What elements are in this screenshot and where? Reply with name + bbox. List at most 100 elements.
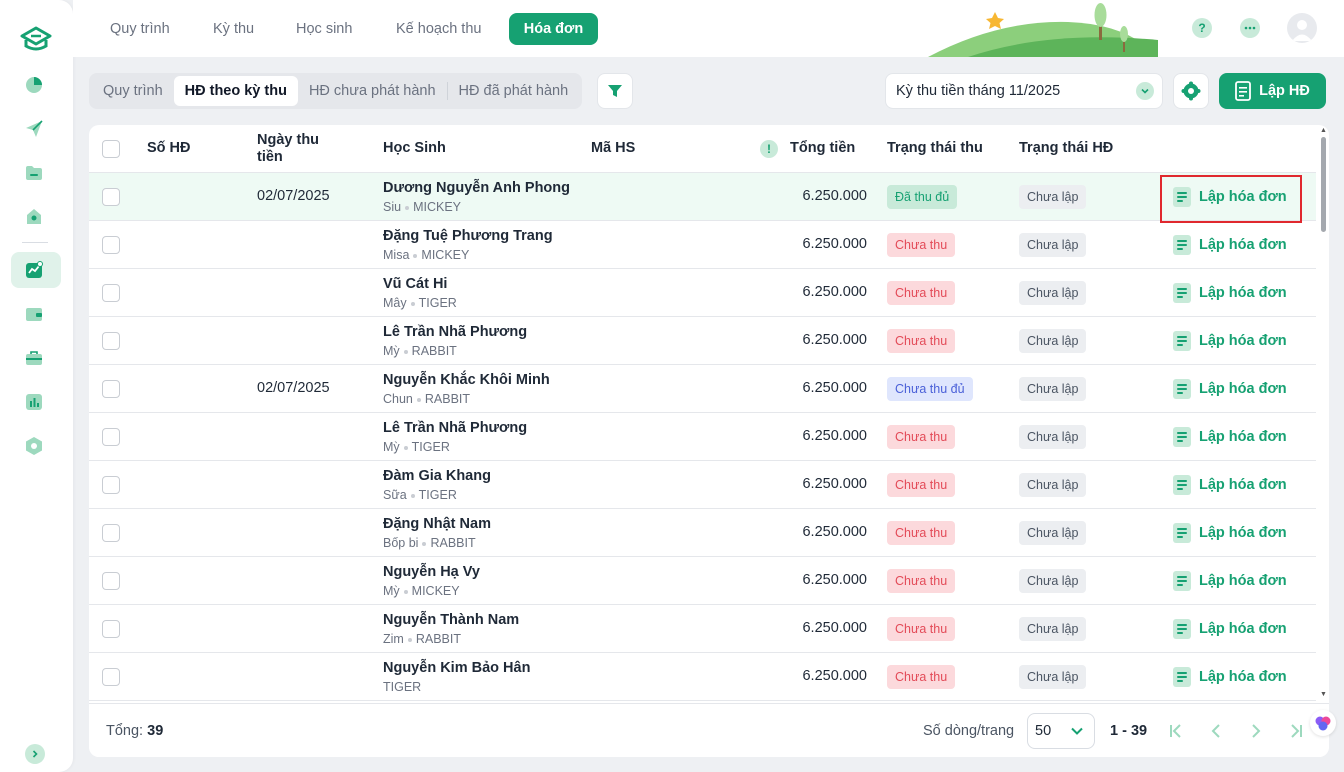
invoice-doc-icon: [1173, 475, 1191, 495]
header-ma-hs[interactable]: Mã HS: [591, 140, 635, 157]
table-row[interactable]: Vũ Cát Hi Mây TIGER 6.250.000 Chưa thu Ch…: [89, 269, 1316, 317]
meta-separator: [403, 589, 408, 594]
tab-quy-trinh[interactable]: Quy trình: [96, 13, 184, 45]
create-invoice-link[interactable]: Lập hóa đơn: [1173, 521, 1287, 545]
student-class: TIGER: [383, 680, 422, 694]
header-hoc-sinh[interactable]: Học Sinh: [383, 140, 446, 157]
row-checkbox[interactable]: [102, 572, 120, 590]
segment-hd-theo-ky-thu[interactable]: HĐ theo kỳ thu: [173, 76, 298, 106]
create-invoice-link[interactable]: Lập hóa đơn: [1173, 281, 1287, 305]
rows-per-page-select[interactable]: 50: [1027, 713, 1095, 749]
last-page-icon[interactable]: [1286, 721, 1306, 741]
student-nickname: Chun: [383, 392, 413, 406]
row-checkbox[interactable]: [102, 668, 120, 686]
filter-button[interactable]: [597, 73, 633, 109]
header-trang-thai-hd[interactable]: Trạng thái HĐ: [1019, 140, 1113, 157]
help-icon[interactable]: ?: [1192, 18, 1212, 38]
create-invoice-link[interactable]: Lập hóa đơn: [1173, 473, 1287, 497]
header-ngay-thu-tien[interactable]: Ngày thu tiền: [257, 132, 337, 166]
settings-button[interactable]: [1173, 73, 1209, 109]
scroll-thumb[interactable]: [1321, 137, 1326, 232]
tab-hoa-don[interactable]: Hóa đơn: [509, 13, 598, 45]
create-invoice-link[interactable]: Lập hóa đơn: [1173, 425, 1287, 449]
row-total: 6.250.000: [802, 380, 867, 396]
header-tong-tien[interactable]: Tổng tiền: [790, 140, 855, 157]
row-checkbox[interactable]: [102, 428, 120, 446]
row-checkbox[interactable]: [102, 620, 120, 638]
table-row[interactable]: Đặng Nhật Nam Bốp bi RABBIT 6.250.000 Chư…: [89, 509, 1316, 557]
wallet-icon[interactable]: [22, 302, 46, 326]
create-invoice-link[interactable]: Lập hóa đơn: [1173, 377, 1287, 401]
student-meta: Misa MICKEY: [383, 248, 469, 262]
invoice-status-badge: Chưa lập: [1019, 281, 1087, 305]
table-scrollbar[interactable]: ▲ ▼: [1318, 125, 1329, 703]
table-row[interactable]: Nguyễn Hạ Vy Mỳ MICKEY 6.250.000 Chưa thu…: [89, 557, 1316, 605]
tab-ky-thu[interactable]: Kỳ thu: [199, 13, 268, 45]
segment-hd-chua-phat-hanh[interactable]: HĐ chưa phát hành: [298, 76, 447, 106]
table-row[interactable]: Nguyễn Kim Bảo Hân TIGER 6.250.000 Chưa …: [89, 653, 1316, 701]
table-row[interactable]: Đàm Gia Khang Sữa TIGER 6.250.000 Chưa th…: [89, 461, 1316, 509]
create-invoice-link-label: Lập hóa đơn: [1199, 621, 1287, 637]
segment-hd-da-phat-hanh[interactable]: HĐ đã phát hành: [448, 76, 580, 106]
rows-per-page-label: Số dòng/trang: [923, 723, 1015, 739]
create-invoice-link[interactable]: Lập hóa đơn: [1173, 233, 1287, 257]
header-trang-thai-thu[interactable]: Trạng thái thu: [887, 140, 983, 157]
sidebar-expand-button[interactable]: [25, 744, 45, 764]
send-plane-icon[interactable]: [22, 117, 46, 141]
select-all-checkbox[interactable]: [102, 140, 120, 158]
invoice-status-badge: Chưa lập: [1019, 425, 1087, 449]
finance-chart-icon[interactable]: [22, 258, 46, 282]
folder-icon[interactable]: [22, 161, 46, 185]
scroll-down-arrow-icon[interactable]: ▼: [1320, 691, 1327, 698]
create-invoice-link[interactable]: Lập hóa đơn: [1173, 569, 1287, 593]
prev-page-icon[interactable]: [1206, 721, 1226, 741]
create-invoice-link[interactable]: Lập hóa đơn: [1173, 617, 1287, 641]
info-icon[interactable]: !: [760, 140, 778, 158]
student-name: Vũ Cát Hi: [383, 276, 448, 292]
row-checkbox[interactable]: [102, 476, 120, 494]
first-page-icon[interactable]: [1166, 721, 1186, 741]
invoice-doc-icon: [1235, 81, 1252, 101]
app-logo[interactable]: [18, 24, 54, 54]
header-so-hd[interactable]: Số HĐ: [147, 140, 191, 157]
report-bars-icon[interactable]: [22, 390, 46, 414]
create-invoice-link[interactable]: Lập hóa đơn: [1173, 665, 1287, 689]
collect-status-badge: Chưa thu: [887, 569, 956, 593]
table-row[interactable]: Lê Trần Nhã Phương Mỳ TIGER 6.250.000 Chư…: [89, 413, 1316, 461]
row-checkbox[interactable]: [102, 524, 120, 542]
create-invoice-link[interactable]: Lập hóa đơn: [1173, 329, 1287, 353]
sidebar: [0, 0, 73, 772]
row-checkbox[interactable]: [102, 380, 120, 398]
create-invoice-link-label: Lập hóa đơn: [1199, 477, 1287, 493]
student-name: Nguyễn Hạ Vy: [383, 564, 480, 580]
row-checkbox[interactable]: [102, 236, 120, 254]
more-options-icon[interactable]: [1240, 18, 1260, 38]
user-avatar[interactable]: [1287, 13, 1317, 43]
next-page-icon[interactable]: [1246, 721, 1266, 741]
segment-quy-trinh[interactable]: Quy trình: [92, 76, 174, 106]
row-checkbox[interactable]: [102, 188, 120, 206]
create-invoice-button[interactable]: Lập HĐ: [1219, 73, 1326, 109]
ai-assistant-brain-icon[interactable]: [1310, 710, 1336, 736]
scroll-up-arrow-icon[interactable]: ▲: [1320, 127, 1327, 134]
home-heart-icon[interactable]: [22, 205, 46, 229]
table-row[interactable]: Nguyễn Thành Nam Zim RABBIT 6.250.000 Chư…: [89, 605, 1316, 653]
student-nickname: Misa: [383, 248, 410, 262]
table-footer: Tổng: 39 Số dòng/trang 50 1 - 39: [89, 703, 1329, 757]
table-row[interactable]: 02/07/2025 Nguyễn Khắc Khôi Minh Chun RAB…: [89, 365, 1316, 413]
tab-hoc-sinh[interactable]: Học sinh: [282, 13, 366, 45]
table-row[interactable]: 02/07/2025 Dương Nguyễn Anh Phong Siu MIC…: [89, 173, 1316, 221]
settings-hexagon-icon[interactable]: [22, 434, 46, 458]
collect-status-badge: Chưa thu: [887, 665, 956, 689]
student-class: TIGER: [418, 488, 457, 502]
row-checkbox[interactable]: [102, 284, 120, 302]
row-checkbox[interactable]: [102, 332, 120, 350]
table-row[interactable]: Đặng Tuệ Phương Trang Misa MICKEY 6.250.0…: [89, 221, 1316, 269]
create-invoice-link-label: Lập hóa đơn: [1199, 333, 1287, 349]
tab-ke-hoach-thu[interactable]: Kế hoạch thu: [382, 13, 495, 45]
meta-separator: [403, 445, 408, 450]
dashboard-pie-icon[interactable]: [22, 73, 46, 97]
briefcase-icon[interactable]: [22, 346, 46, 370]
period-select[interactable]: Kỳ thu tiền tháng 11/2025: [885, 73, 1163, 109]
table-row[interactable]: Lê Trần Nhã Phương Mỳ RABBIT 6.250.000 Ch…: [89, 317, 1316, 365]
